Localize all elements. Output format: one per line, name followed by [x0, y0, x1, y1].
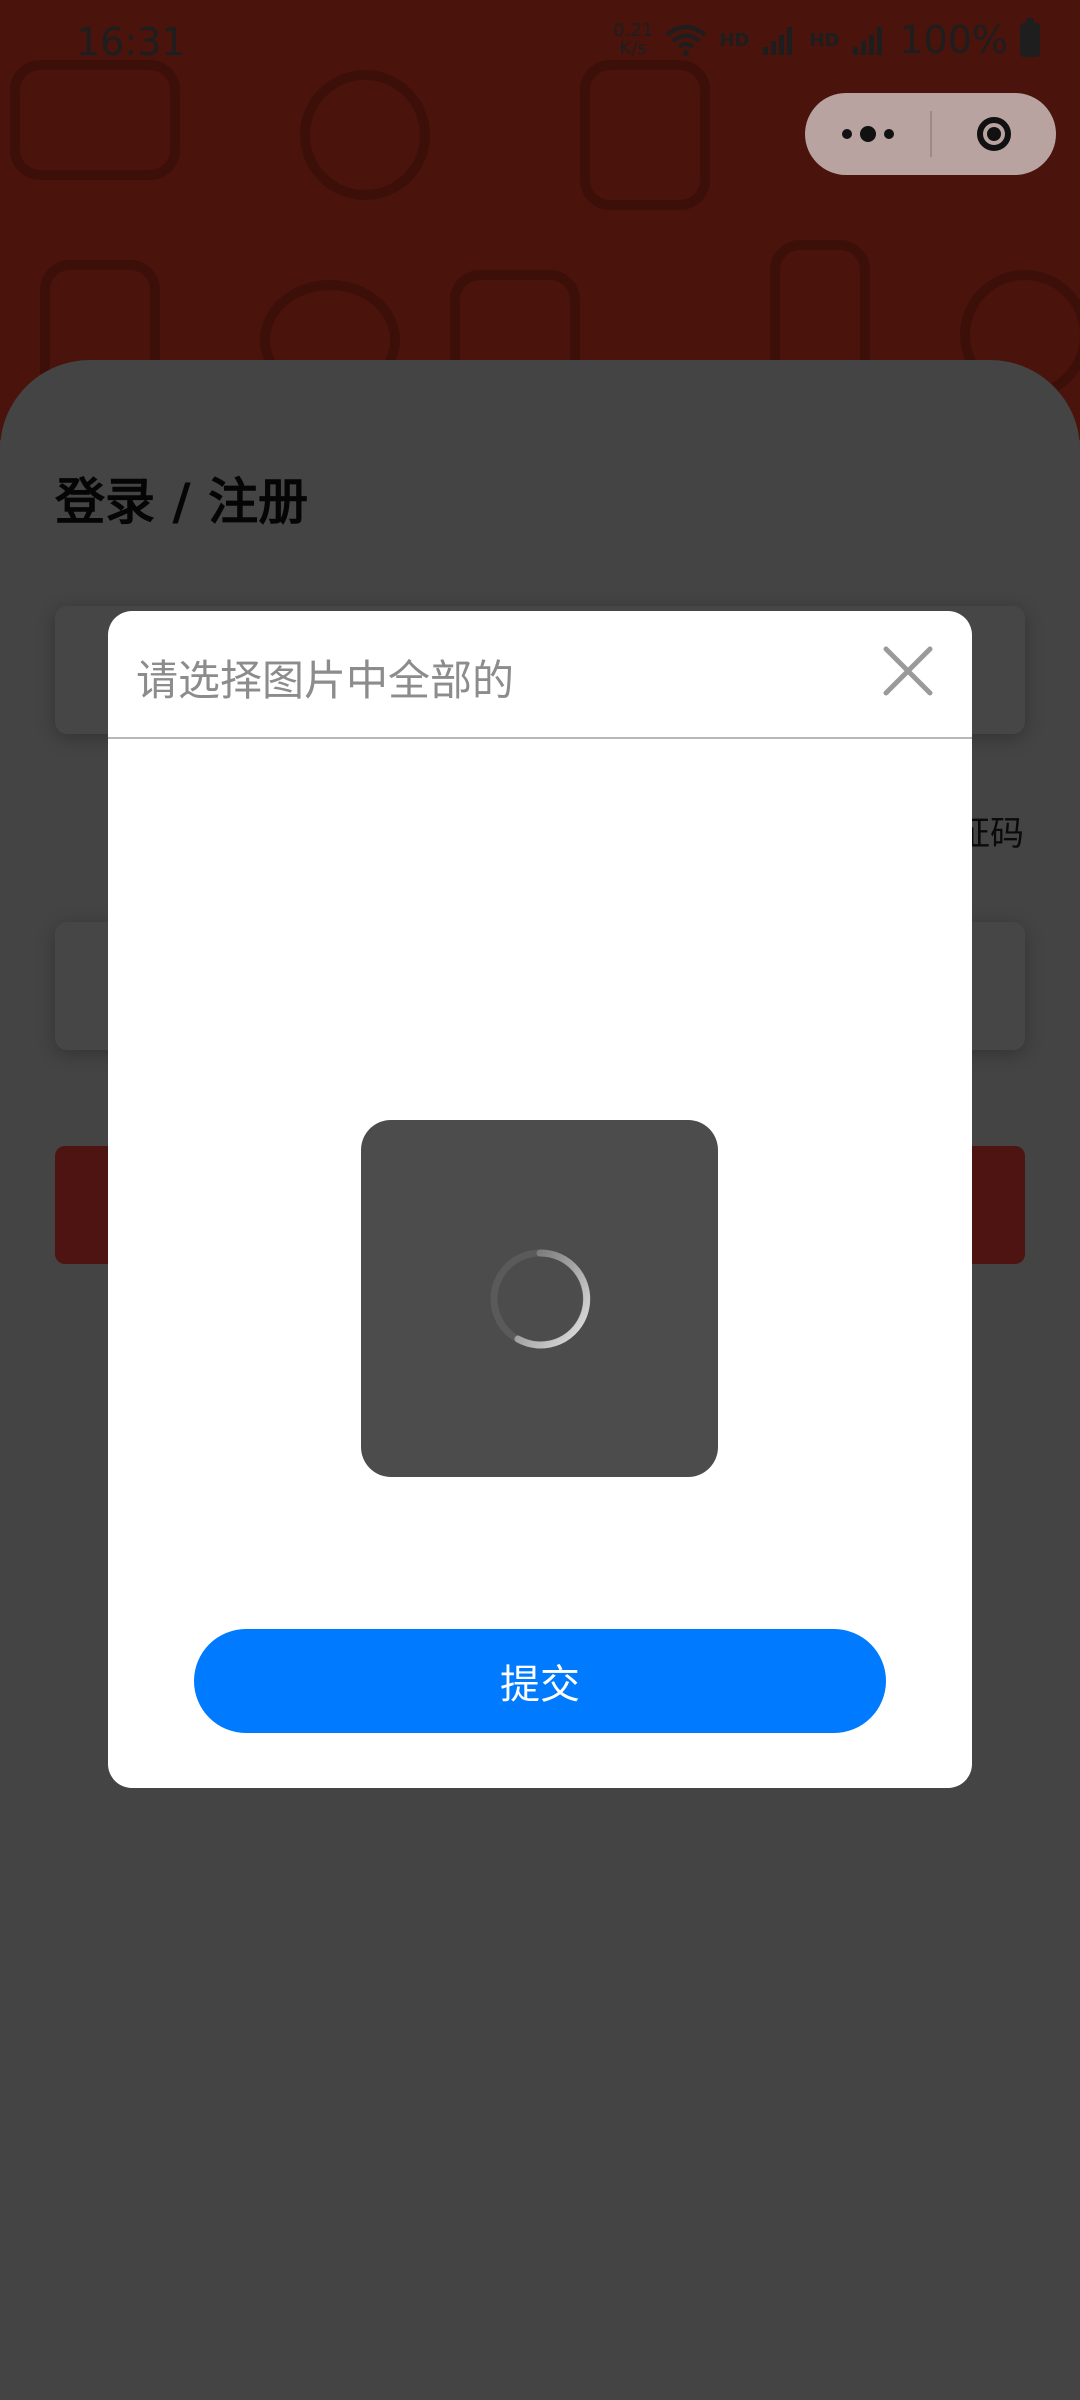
- more-dots-icon[interactable]: [805, 93, 930, 175]
- banner-decoration: [300, 70, 430, 200]
- sim2-hd-label: HD: [809, 29, 840, 51]
- captcha-modal-header: 请选择图片中全部的: [108, 611, 972, 739]
- sim1-hd-label: HD: [719, 29, 750, 51]
- battery-percent: 100%: [899, 18, 1008, 62]
- signal-5g-icon: [763, 27, 793, 55]
- login-title: 登录 / 注册: [55, 473, 309, 531]
- wifi-icon: [666, 25, 707, 56]
- captcha-loading-box: [361, 1120, 718, 1477]
- status-time: 16:31: [76, 20, 186, 64]
- close-icon[interactable]: [880, 643, 936, 699]
- target-close-icon[interactable]: [932, 93, 1056, 175]
- network-speed: 0.21 K/s: [613, 22, 653, 58]
- captcha-modal: 请选择图片中全部的 提交: [108, 611, 972, 1788]
- network-speed-unit: K/s: [619, 38, 647, 59]
- battery-icon: [1020, 18, 1040, 57]
- status-bar: 16:31 0.21 K/s HD HD 100%: [0, 0, 1080, 86]
- spinner-icon: [490, 1248, 590, 1348]
- signal-4g-icon: [853, 27, 883, 55]
- captcha-title: 请选择图片中全部的: [136, 656, 515, 705]
- status-icons: 0.21 K/s HD HD 100%: [613, 18, 1040, 62]
- screen: 16:31 0.21 K/s HD HD 100% 登录 / 注册 证码 请选择…: [0, 0, 1080, 2400]
- miniprogram-capsule: [805, 93, 1056, 175]
- submit-button[interactable]: 提交: [194, 1629, 886, 1733]
